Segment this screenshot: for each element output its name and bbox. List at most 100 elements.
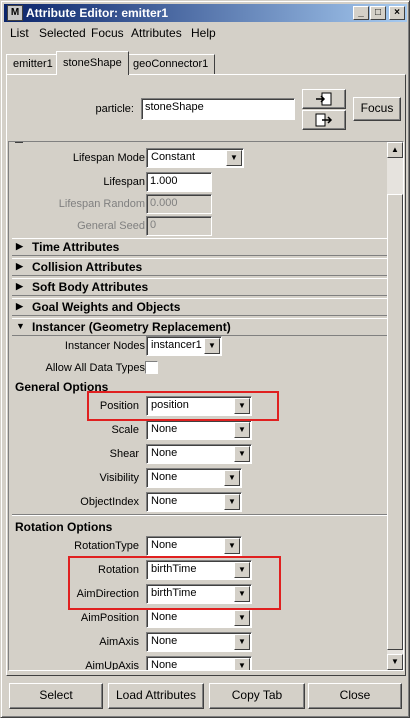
lifespan-mode-label: Lifespan Mode: [72, 152, 145, 164]
triangle-right-icon: ▶: [16, 241, 23, 251]
attribute-scroll-area[interactable]: Lifespan Mode Constant ▼ Lifespan 1.000 …: [8, 141, 404, 671]
section-goal-weights[interactable]: ▶ Goal Weights and Objects: [12, 298, 387, 316]
instancer-nodes-dropdown[interactable]: instancer1 ▼: [146, 336, 222, 356]
select-left-icon: [316, 92, 332, 106]
menu-help[interactable]: Help: [191, 26, 216, 40]
visibility-value: None: [151, 471, 178, 483]
collapsed-marker: [15, 142, 23, 148]
select-button[interactable]: Select: [9, 683, 103, 709]
section-instancer-label: Instancer (Geometry Replacement): [32, 320, 231, 334]
chevron-down-icon[interactable]: ▼: [234, 610, 250, 626]
allow-all-data-types-label: Allow All Data Types: [45, 362, 145, 374]
tab-stoneshape[interactable]: stoneShape: [56, 51, 129, 75]
aimupaxis-label: AimUpAxis: [85, 660, 139, 671]
node-name-field[interactable]: stoneShape: [141, 98, 295, 120]
tab-emitter1[interactable]: emitter1: [6, 54, 60, 75]
menu-selected[interactable]: Selected: [39, 26, 86, 40]
general-seed-label: General Seed: [77, 220, 145, 232]
scrollbar-thumb[interactable]: [387, 194, 403, 650]
objectindex-dropdown[interactable]: None ▼: [146, 492, 242, 512]
visibility-label: Visibility: [99, 472, 139, 484]
aimaxis-label: AimAxis: [99, 636, 139, 648]
section-instancer[interactable]: ▼ Instancer (Geometry Replacement): [12, 318, 387, 336]
position-highlight: [87, 391, 279, 421]
section-soft-body-attributes[interactable]: ▶ Soft Body Attributes: [12, 278, 387, 296]
visibility-dropdown[interactable]: None ▼: [146, 468, 242, 488]
aimposition-label: AimPosition: [80, 612, 139, 624]
rotationtype-dropdown[interactable]: None ▼: [146, 536, 242, 556]
focus-button[interactable]: Focus: [353, 97, 401, 121]
scroll-down-icon[interactable]: ▼: [387, 654, 403, 670]
scale-value: None: [151, 423, 178, 435]
general-seed-field: 0: [146, 216, 212, 236]
allow-all-data-types-checkbox[interactable]: [145, 361, 158, 374]
chevron-down-icon[interactable]: ▼: [226, 150, 242, 166]
lifespan-random-field: 0.000: [146, 194, 212, 214]
menu-attributes[interactable]: Attributes: [131, 26, 182, 40]
lifespan-mode-dropdown[interactable]: Constant ▼: [146, 148, 244, 168]
chevron-down-icon[interactable]: ▼: [224, 538, 240, 554]
shear-value: None: [151, 447, 178, 459]
chevron-down-icon[interactable]: ▼: [234, 422, 250, 438]
options-divider: [12, 514, 387, 516]
instancer-nodes-value: instancer1: [151, 339, 202, 351]
lifespan-random-label: Lifespan Random: [58, 198, 145, 210]
aimaxis-dropdown[interactable]: None ▼: [146, 632, 252, 652]
lifespan-field[interactable]: 1.000: [146, 172, 212, 192]
section-time-label: Time Attributes: [32, 240, 120, 254]
title-bar[interactable]: M Attribute Editor: emitter1 _ □ ×: [4, 4, 407, 22]
section-time-attributes[interactable]: ▶ Time Attributes: [12, 238, 387, 256]
chevron-down-icon[interactable]: ▼: [234, 446, 250, 462]
load-selected-button[interactable]: [302, 89, 346, 109]
load-attributes-button[interactable]: Load Attributes: [108, 683, 204, 709]
lifespan-label: Lifespan: [103, 176, 145, 188]
shear-dropdown[interactable]: None ▼: [146, 444, 252, 464]
chevron-down-icon[interactable]: ▼: [204, 338, 220, 354]
objectindex-value: None: [151, 495, 178, 507]
node-tabs: emitter1 stoneShape geoConnector1: [4, 51, 407, 75]
close-button[interactable]: Close: [308, 683, 402, 709]
close-icon[interactable]: ×: [389, 6, 405, 20]
instancer-nodes-label: Instancer Nodes: [64, 340, 145, 352]
section-softbody-label: Soft Body Attributes: [32, 280, 149, 294]
scale-dropdown[interactable]: None ▼: [146, 420, 252, 440]
aimupaxis-dropdown[interactable]: None ▼: [146, 656, 252, 671]
select-right-icon: [315, 113, 333, 127]
menu-focus[interactable]: Focus: [91, 26, 124, 40]
chevron-down-icon[interactable]: ▼: [234, 658, 250, 670]
particle-label: particle:: [95, 103, 134, 115]
menu-list[interactable]: List: [10, 26, 29, 40]
scale-label: Scale: [111, 424, 139, 436]
menu-bar: List Selected Focus Attributes Help: [4, 23, 407, 43]
section-collision-label: Collision Attributes: [32, 260, 143, 274]
rotation-options-heading: Rotation Options: [15, 520, 113, 534]
vertical-scrollbar[interactable]: ▲ ▼: [387, 142, 403, 670]
shear-label: Shear: [109, 448, 139, 460]
aimposition-dropdown[interactable]: None ▼: [146, 608, 252, 628]
window-title: Attribute Editor: emitter1: [26, 6, 169, 20]
aimposition-value: None: [151, 611, 178, 623]
attribute-editor-window: M Attribute Editor: emitter1 _ □ × List …: [0, 0, 410, 718]
rotationtype-value: None: [151, 539, 178, 551]
chevron-down-icon[interactable]: ▼: [234, 634, 250, 650]
maximize-icon[interactable]: □: [370, 6, 386, 20]
triangle-down-icon: ▼: [16, 321, 25, 331]
triangle-right-icon: ▶: [16, 301, 23, 311]
copy-tab-button[interactable]: Copy Tab: [209, 683, 305, 709]
rotationtype-label: RotationType: [74, 540, 139, 552]
chevron-down-icon[interactable]: ▼: [224, 470, 240, 486]
section-collision-attributes[interactable]: ▶ Collision Attributes: [12, 258, 387, 276]
aimaxis-value: None: [151, 635, 178, 647]
minimize-icon[interactable]: _: [353, 6, 369, 20]
objectindex-label: ObjectIndex: [80, 496, 139, 508]
lifespan-mode-value: Constant: [151, 151, 196, 163]
chevron-down-icon[interactable]: ▼: [224, 494, 240, 510]
scroll-up-icon[interactable]: ▲: [387, 142, 403, 158]
maya-app-icon: M: [7, 5, 23, 21]
rotation-highlight: [68, 556, 281, 610]
triangle-right-icon: ▶: [16, 281, 23, 291]
tab-geoconnector1[interactable]: geoConnector1: [126, 54, 216, 75]
triangle-right-icon: ▶: [16, 261, 23, 271]
select-node-button[interactable]: [302, 110, 346, 130]
aimupaxis-value: None: [151, 659, 178, 671]
